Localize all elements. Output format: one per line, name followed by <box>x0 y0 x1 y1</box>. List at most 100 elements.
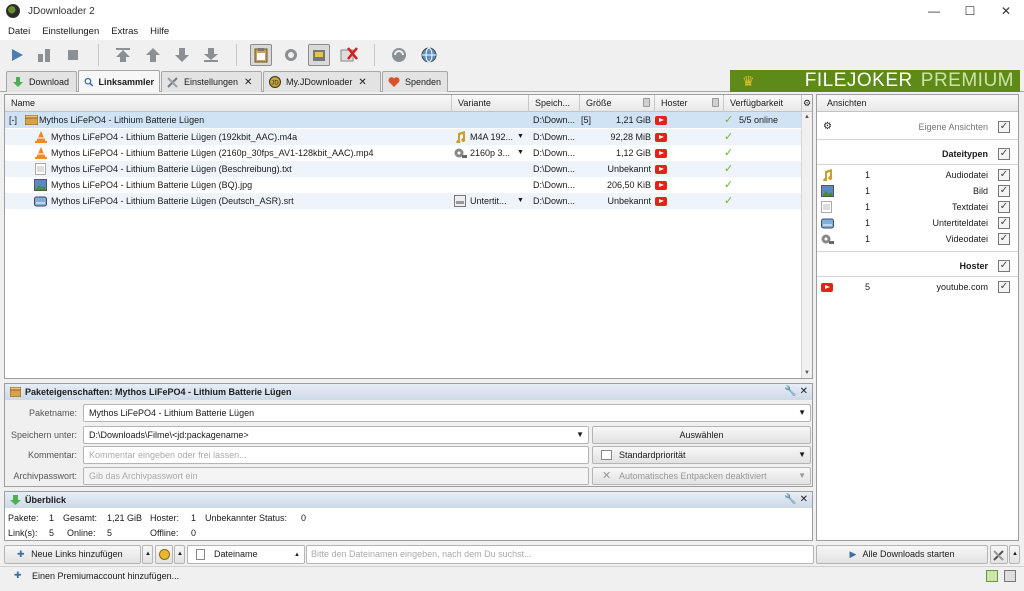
filter-checkbox[interactable]: ✓ <box>998 201 1010 213</box>
scroll-up-icon[interactable]: ▲ <box>804 114 810 120</box>
comment-field[interactable]: Kommentar eingeben oder frei lassen... <box>83 446 589 464</box>
close-panel-icon[interactable]: ✕ <box>800 494 808 505</box>
premium-toggle-button[interactable] <box>308 44 330 66</box>
tab-spenden[interactable]: Spenden <box>382 71 448 92</box>
menu-extras[interactable]: Extras <box>107 26 146 37</box>
add-new-links-button[interactable]: ✚ Neue Links hinzufügen <box>4 545 141 564</box>
move-up-button[interactable] <box>142 44 164 66</box>
collapse-toggle[interactable]: [-] <box>9 112 17 128</box>
variant-dropdown-icon[interactable]: ▼ <box>517 193 524 209</box>
filter-audio-row[interactable]: 1 Audiodatei ✓ <box>817 167 1018 183</box>
column-verfuegbarkeit[interactable]: Verfügbarkeit <box>724 95 802 112</box>
update-button[interactable] <box>388 44 410 66</box>
table-row[interactable]: Mythos LiFePO4 - Lithium Batterie Lügen … <box>5 129 802 145</box>
package-save-path: D:\Down... <box>533 115 576 125</box>
vertical-scrollbar[interactable]: ▲ ▼ <box>801 112 812 378</box>
silent-mode-button[interactable] <box>338 44 360 66</box>
variant[interactable]: Untertit... <box>470 193 507 209</box>
tab-linksammler[interactable]: Linksammler <box>78 70 160 92</box>
variant[interactable]: 2160p 3... <box>470 145 510 161</box>
tools-menu-button[interactable] <box>990 545 1008 564</box>
own-views-checkbox[interactable]: ✓ <box>998 121 1010 133</box>
save-to-field[interactable]: D:\Downloads\Filme\<jd:packagename> ▼ <box>83 426 589 444</box>
filter-subtitle-row[interactable]: 1 Untertiteldatei ✓ <box>817 215 1018 231</box>
speed-status-icon[interactable] <box>1004 570 1016 582</box>
archive-password-field[interactable]: Gib das Archivpasswort ein <box>83 467 589 485</box>
pause-button[interactable] <box>33 44 55 66</box>
scroll-down-icon[interactable]: ▼ <box>804 370 810 376</box>
menu-einstellungen[interactable]: Einstellungen <box>38 26 107 37</box>
chevron-down-icon[interactable]: ▼ <box>798 405 806 421</box>
filejoker-premium-banner[interactable]: ♛ FILEJOKER PREMIUM <box>730 70 1020 92</box>
menu-hilfe[interactable]: Hilfe <box>146 26 177 37</box>
chevron-down-icon[interactable]: ▼ <box>798 468 806 484</box>
filter-youtube-row[interactable]: 5 youtube.com ✓ <box>817 279 1018 295</box>
table-row[interactable]: Mythos LiFePO4 - Lithium Batterie Lügen … <box>5 193 802 209</box>
table-row[interactable]: Mythos LiFePO4 - Lithium Batterie Lügen … <box>5 145 802 161</box>
hoster-checkbox[interactable]: ✓ <box>998 260 1010 272</box>
column-groesse[interactable]: Größe <box>580 95 655 112</box>
tab-download[interactable]: Download <box>6 71 77 92</box>
save-to-value: D:\Downloads\Filme\<jd:packagename> <box>89 430 249 440</box>
clipboard-monitor-button[interactable] <box>250 44 272 66</box>
myjdownloader-button[interactable] <box>418 44 440 66</box>
column-speichern[interactable]: Speich... <box>529 95 580 112</box>
tab-myjdownloader[interactable]: JD My.JDownloader ✕ <box>263 71 381 92</box>
variant[interactable]: M4A 192... <box>470 129 513 145</box>
add-premium-account-link[interactable]: Einen Premiumaccount hinzufügen... <box>32 571 179 581</box>
filter-video-row[interactable]: 1 Videodatei ✓ <box>817 231 1018 247</box>
minimize-button[interactable]: — <box>916 0 952 22</box>
auto-extract-select[interactable]: ✕ Automatisches Entpacken deaktiviert ▼ <box>592 467 811 485</box>
close-panel-icon[interactable]: ✕ <box>800 386 808 397</box>
variant-dropdown-icon[interactable]: ▼ <box>517 129 524 145</box>
search-input[interactable]: Bitte den Dateinamen eingeben, nach dem … <box>306 545 814 564</box>
column-hoster[interactable]: Hoster <box>655 95 724 112</box>
start-button[interactable] <box>6 44 28 66</box>
column-variante[interactable]: Variante <box>452 95 529 112</box>
own-views-row[interactable]: ⚙ Eigene Ansichten ✓ <box>817 119 1018 135</box>
column-name[interactable]: Name <box>5 95 452 112</box>
close-tab-icon[interactable]: ✕ <box>358 77 366 88</box>
column-settings-icon[interactable]: ⚙ <box>802 95 813 112</box>
tab-einstellungen[interactable]: Einstellungen ✕ <box>161 71 262 92</box>
wrench-icon[interactable]: 🔧 <box>784 494 796 505</box>
move-down-button[interactable] <box>171 44 193 66</box>
filter-checkbox[interactable]: ✓ <box>998 217 1010 229</box>
filter-image-row[interactable]: 1 Bild ✓ <box>817 183 1018 199</box>
package-name-field[interactable]: Mythos LiFePO4 - Lithium Batterie Lügen … <box>83 404 811 422</box>
filter-checkbox[interactable]: ✓ <box>998 281 1010 293</box>
filter-checkbox[interactable]: ✓ <box>998 169 1010 181</box>
filter-checkbox[interactable]: ✓ <box>998 185 1010 197</box>
close-tab-icon[interactable]: ✕ <box>244 77 252 88</box>
wrench-icon[interactable]: 🔧 <box>784 386 796 397</box>
maximize-button[interactable]: ☐ <box>952 0 988 22</box>
stop-button[interactable] <box>62 44 84 66</box>
chevron-down-icon[interactable]: ▼ <box>576 427 584 443</box>
checkmark-icon: ✓ <box>724 147 734 159</box>
package-row[interactable]: [-] Mythos LiFePO4 - Lithium Batterie Lü… <box>5 112 802 128</box>
priority-select[interactable]: Standardpriorität ▼ <box>592 446 811 464</box>
choose-folder-button[interactable]: Auswählen <box>592 426 811 444</box>
chevron-down-icon[interactable]: ▼ <box>798 447 806 463</box>
tools-dropdown-button[interactable]: ▲ <box>1009 545 1020 564</box>
start-all-downloads-button[interactable]: ▶ Alle Downloads starten <box>816 545 988 564</box>
close-button[interactable]: ✕ <box>988 0 1024 22</box>
variant-dropdown-icon[interactable]: ▼ <box>517 145 524 161</box>
filter-checkbox[interactable]: ✓ <box>998 233 1010 245</box>
clear-list-button[interactable] <box>155 545 173 564</box>
filter-text-row[interactable]: 1 Textdatei ✓ <box>817 199 1018 215</box>
hoster-title-row[interactable]: Hoster ✓ <box>817 258 1018 274</box>
filetypes-checkbox[interactable]: ✓ <box>998 148 1010 160</box>
reconnect-button[interactable] <box>280 44 302 66</box>
table-row[interactable]: Mythos LiFePO4 - Lithium Batterie Lügen … <box>5 177 802 193</box>
menu-datei[interactable]: Datei <box>4 26 38 37</box>
clear-menu-button[interactable]: ▲ <box>174 545 185 564</box>
add-links-menu-button[interactable]: ▲ <box>142 545 153 564</box>
clipboard-status-icon[interactable] <box>986 570 998 582</box>
filetypes-title-row[interactable]: Dateitypen ✓ <box>817 146 1018 162</box>
search-field-select[interactable]: Dateiname ▲ <box>187 545 305 564</box>
move-top-button[interactable] <box>112 44 134 66</box>
chevron-up-icon[interactable]: ▲ <box>294 547 300 564</box>
move-bottom-button[interactable] <box>200 44 222 66</box>
table-row[interactable]: Mythos LiFePO4 - Lithium Batterie Lügen … <box>5 161 802 177</box>
